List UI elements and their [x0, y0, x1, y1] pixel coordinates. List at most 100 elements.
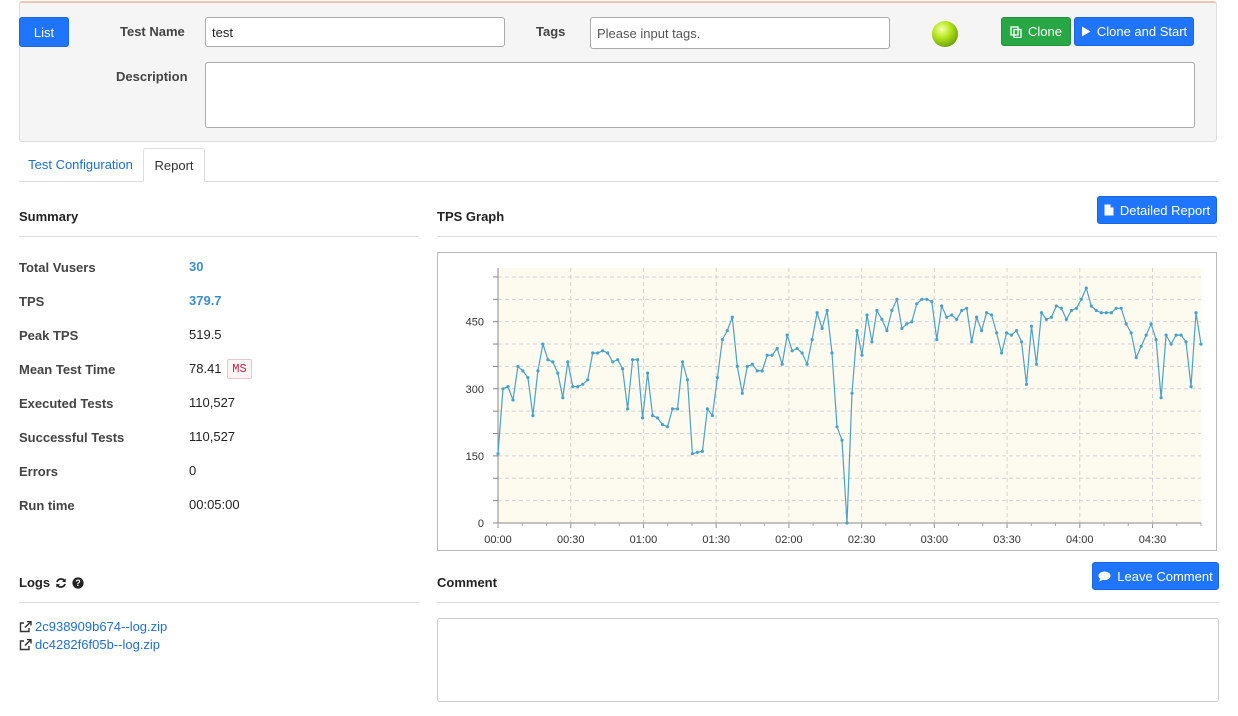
help-icon[interactable]: ? — [72, 576, 84, 589]
tps-data-point — [790, 349, 794, 353]
description-input[interactable] — [205, 62, 1195, 128]
clone-and-start-button[interactable]: Clone and Start — [1074, 17, 1194, 46]
test-name-input[interactable] — [205, 17, 505, 47]
y-tick-label: 450 — [466, 317, 484, 329]
list-button[interactable]: List — [19, 17, 69, 47]
refresh-icon[interactable] — [55, 577, 67, 589]
tps-data-point — [651, 414, 655, 418]
tps-data-point — [665, 425, 670, 429]
tps-data-point — [566, 360, 570, 364]
y-tick-label: 300 — [466, 384, 484, 396]
tps-data-point — [596, 351, 600, 355]
tps-data-point — [980, 329, 984, 333]
tps-data-point — [1044, 317, 1048, 321]
tps-data-point — [1154, 338, 1158, 342]
tps-data-point — [1049, 315, 1053, 319]
tps-data-point — [780, 362, 784, 366]
tps-data-point — [785, 333, 789, 337]
report-tabs: Test Configuration Report — [19, 148, 1218, 182]
total-vusers-label: Total Vusers — [19, 260, 96, 275]
tps-data-point — [830, 351, 834, 355]
x-tick-label: 04:30 — [1139, 534, 1167, 546]
tps-data-point — [860, 353, 864, 357]
log-file-link[interactable]: dc4282f6f05b--log.zip — [19, 637, 160, 652]
tps-data-point — [1094, 308, 1098, 313]
tps-data-point — [945, 315, 949, 319]
tags-input[interactable] — [590, 17, 890, 49]
plot-area — [498, 268, 1201, 523]
tps-data-point — [885, 329, 889, 333]
tps-data-point — [551, 360, 555, 364]
comment-input[interactable] — [437, 618, 1219, 702]
tab-report[interactable]: Report — [143, 148, 205, 182]
tps-data-point — [536, 369, 540, 373]
successful-tests-value: 110,527 — [189, 429, 236, 444]
tps-data-point — [581, 382, 585, 386]
x-tick-label: 03:00 — [921, 534, 949, 546]
tps-data-point — [835, 425, 839, 429]
svg-text:?: ? — [75, 578, 81, 588]
leave-comment-button[interactable]: Leave Comment — [1092, 562, 1219, 590]
tps-data-point — [1179, 333, 1183, 337]
logs-divider — [19, 602, 419, 603]
tps-data-point — [850, 391, 854, 395]
tps-data-point — [920, 297, 924, 301]
tps-data-point — [805, 362, 809, 366]
tps-data-point — [1139, 344, 1143, 348]
tps-data-point — [680, 360, 685, 364]
errors-value: 0 — [189, 463, 197, 478]
tps-data-point — [611, 360, 615, 364]
peak-tps-label: Peak TPS — [19, 328, 79, 343]
tps-data-point — [1024, 382, 1029, 386]
tps-data-point — [995, 331, 999, 335]
tps-data-point — [1079, 297, 1083, 301]
leave-comment-label: Leave Comment — [1117, 568, 1213, 584]
clone-button[interactable]: Clone — [1001, 17, 1071, 46]
logs-header: Logs ? — [19, 575, 84, 590]
tps-data-point — [506, 385, 510, 389]
y-tick-label: 150 — [466, 451, 484, 463]
comment-title: Comment — [437, 575, 497, 590]
tps-data-point — [606, 351, 610, 355]
tps-data-point — [770, 353, 774, 357]
tps-data-point — [695, 450, 699, 454]
tps-data-point — [910, 320, 914, 324]
tps-chart: 0 150 300 450 00:00 00:30 01:00 01:30 02:00 02:30… — [466, 268, 1203, 546]
copy-icon — [1010, 25, 1022, 38]
log-file-name: 2c938909b674--log.zip — [35, 619, 168, 634]
tps-data-point — [775, 346, 779, 351]
ms-unit-badge: MS — [227, 359, 252, 379]
tps-data-point — [601, 349, 605, 353]
tps-graph-title: TPS Graph — [437, 209, 505, 224]
x-tick-label: 00:00 — [484, 534, 512, 546]
tps-data-point — [1039, 311, 1044, 315]
tps-data-point — [810, 338, 814, 342]
y-tick-label: 0 — [478, 518, 484, 530]
test-status-indicator-icon — [932, 21, 958, 47]
tps-data-point — [875, 308, 879, 313]
tps-label: TPS — [19, 294, 45, 309]
tps-data-point — [1199, 342, 1203, 346]
run-time-label: Run time — [19, 498, 75, 513]
tps-data-point — [880, 317, 884, 321]
tps-data-point — [740, 391, 744, 395]
tps-data-point — [685, 378, 690, 382]
detailed-report-button[interactable]: Detailed Report — [1097, 196, 1217, 224]
tps-data-point — [895, 297, 899, 301]
tps-graph: 0 150 300 450 00:00 00:30 01:00 01:30 02:00 02:30… — [437, 252, 1217, 551]
clone-and-start-label: Clone and Start — [1096, 24, 1188, 39]
log-file-link[interactable]: 2c938909b674--log.zip — [19, 619, 167, 634]
tps-data-point — [526, 376, 530, 380]
tps-data-point — [890, 308, 894, 313]
tab-test-configuration[interactable]: Test Configuration — [19, 148, 142, 181]
tps-data-point — [925, 297, 929, 301]
tps-data-point — [900, 326, 904, 330]
external-link-icon — [19, 620, 32, 632]
tps-data-point — [1164, 333, 1168, 337]
executed-tests-value: 110,527 — [189, 395, 236, 410]
tps-data-point — [1124, 322, 1128, 326]
tps-data-point — [960, 308, 964, 313]
tps-data-point — [561, 396, 565, 400]
tps-data-point — [745, 364, 749, 368]
tps-data-point — [1069, 308, 1073, 313]
